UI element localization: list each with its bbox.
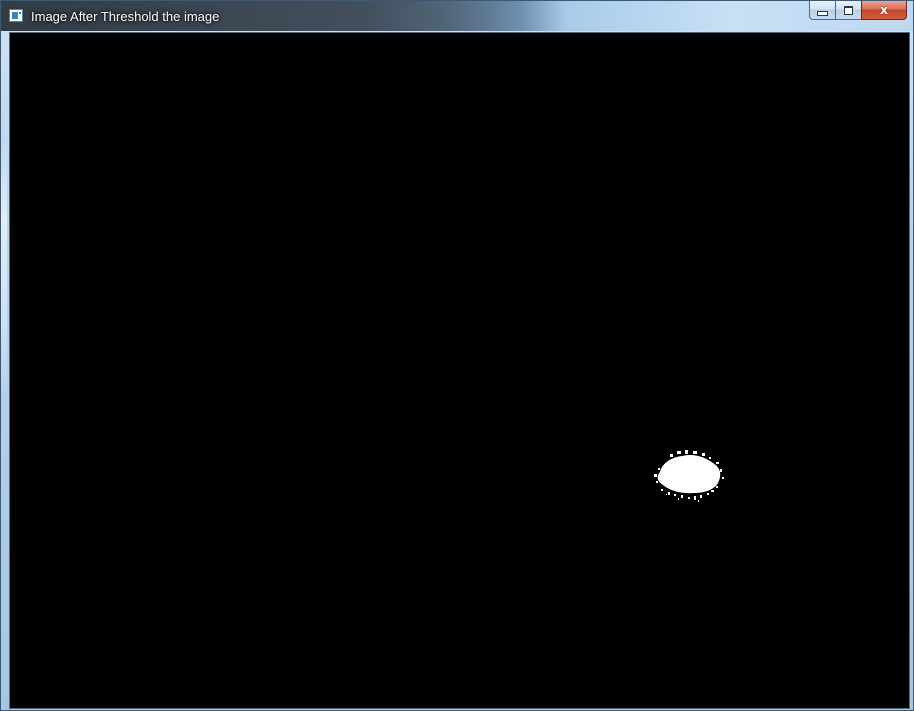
maximize-icon [844, 5, 853, 15]
title-bar[interactable]: Image After Threshold the image x [1, 1, 913, 31]
caption-buttons: x [809, 1, 907, 21]
opencv-window-icon[interactable] [9, 9, 23, 22]
minimize-icon [817, 10, 828, 16]
close-icon: x [880, 3, 888, 17]
window-edge-highlight [1, 141, 7, 401]
opencv-image-window: Image After Threshold the image x [0, 0, 914, 711]
threshold-blob [654, 450, 724, 502]
image-canvas[interactable] [9, 32, 910, 709]
minimize-button[interactable] [809, 1, 835, 20]
maximize-button[interactable] [835, 1, 861, 20]
close-button[interactable]: x [861, 1, 907, 20]
window-title: Image After Threshold the image [31, 9, 220, 24]
